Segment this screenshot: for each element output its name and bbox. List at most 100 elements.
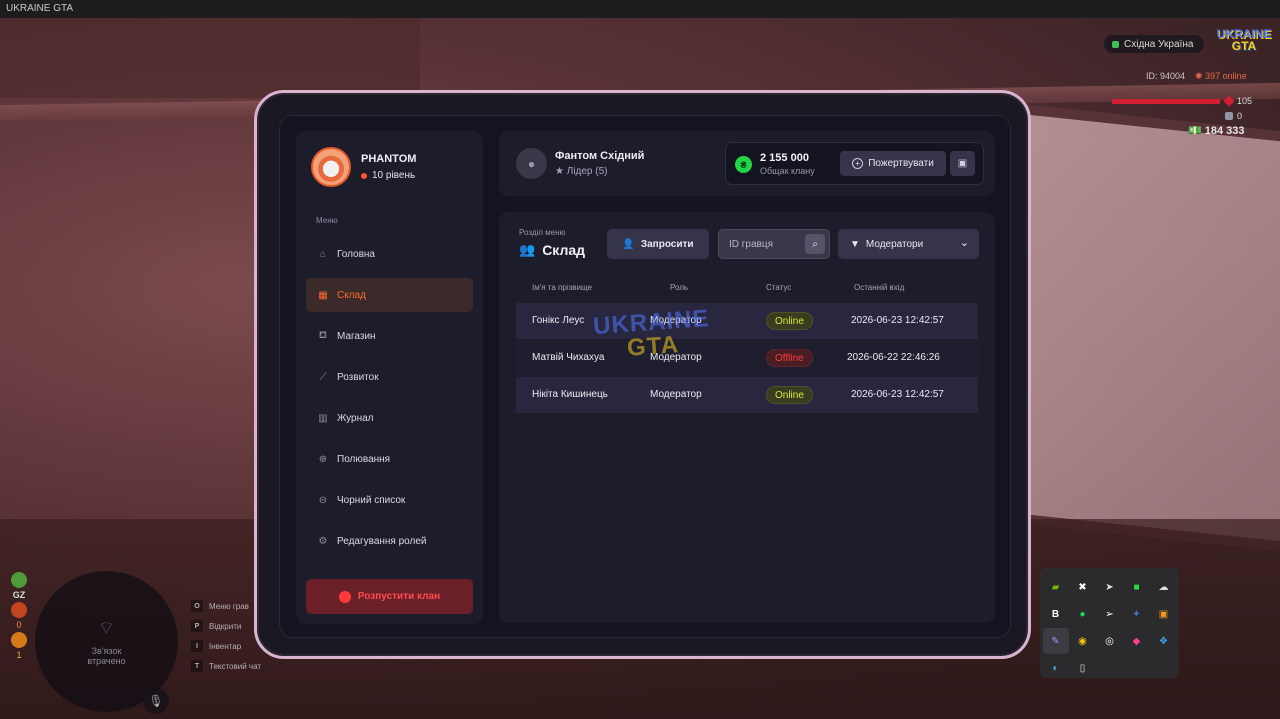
leader-name: Фантом Східний: [555, 150, 645, 162]
orange-app-icon[interactable]: ▣: [1151, 601, 1177, 627]
search-button[interactable]: ⌕: [805, 234, 825, 254]
filter-icon: ▼: [850, 238, 860, 250]
disband-label: Розпустити клан: [357, 591, 441, 602]
column-header-last-login: Останній вхід: [854, 283, 905, 292]
safe-icon: ▣: [957, 158, 968, 169]
members-table: Гонікс Леус Модератор Online 2026-06-23 …: [516, 303, 978, 414]
sidebar-item-blacklist[interactable]: ⊖ Чорний список: [306, 483, 473, 517]
sidebar-item-journal[interactable]: ▥ Журнал: [306, 401, 473, 435]
table-row[interactable]: Нікіта Кишинець Модератор Online 2026-06…: [516, 377, 978, 413]
sidebar-item-development[interactable]: ⟋ Розвиток: [306, 360, 473, 394]
wanted-value: 0: [16, 620, 22, 630]
sidebar-item-home[interactable]: ⌂ Головна: [306, 237, 473, 271]
sidebar-item-roles[interactable]: ⚙ Редагування ролей: [306, 524, 473, 558]
keybind-hint: T Текстовий чат: [191, 660, 261, 672]
table-row[interactable]: Гонікс Леус Модератор Online 2026-06-23 …: [516, 303, 978, 339]
player-id-line: ID: 94004 ✺ 397 online: [1146, 71, 1247, 82]
armor-readout: 0: [1225, 111, 1242, 121]
edge-icon[interactable]: ◐: [1043, 655, 1069, 681]
sidebar-item-hunting[interactable]: ⊕ Полювання: [306, 442, 473, 476]
app-blue-icon[interactable]: ✦: [1124, 601, 1150, 627]
b-app-icon[interactable]: B: [1043, 601, 1069, 627]
member-last-login: 2026-06-23 12:42:57: [851, 315, 944, 326]
money-value: 184 333: [1204, 125, 1245, 137]
feather-icon[interactable]: ✎: [1042, 628, 1069, 654]
sidebar-item-shop[interactable]: ⛾ Магазин: [306, 319, 473, 353]
sidebar-item-label: Магазин: [337, 330, 376, 342]
online-label: 397 online: [1205, 71, 1247, 81]
player-id-input[interactable]: [719, 230, 803, 258]
clan-tablet: PHANTOM 10 рівень Меню ⌂ Головна ▦ Склад ⛾…: [254, 90, 1031, 659]
key-label: Відкрити: [209, 621, 242, 631]
keybind-hint: O Меню грав: [191, 600, 261, 612]
server-flag-icon: [1112, 40, 1119, 48]
green-app-icon[interactable]: ■: [1124, 574, 1150, 600]
app-icon[interactable]: ✖: [1070, 574, 1096, 600]
keybind-hint: P Відкрити: [191, 620, 261, 632]
pink-app-icon[interactable]: ◆: [1124, 628, 1150, 654]
member-last-login: 2026-06-22 22:46:26: [847, 352, 940, 363]
key-label: Текстовий чат: [209, 661, 262, 671]
sidebar-item-label: Склад: [337, 289, 366, 301]
player-id: ID: 94004: [1146, 71, 1186, 81]
members-panel: Розділ меню 👥 Склад 👤 Запросити ⌕ ▼ Модера…: [499, 212, 995, 623]
health-bar-fill: [1112, 99, 1220, 104]
telegram-icon[interactable]: ➢: [1097, 601, 1123, 627]
discord-icon[interactable]: ◎: [1097, 628, 1123, 654]
member-name: Нікіта Кишинець: [532, 389, 608, 400]
shop-basket-icon: ⛾: [318, 329, 328, 341]
keybind-hint: I Інвентар: [191, 640, 261, 652]
money-readout: 💵 184 333: [1188, 124, 1245, 137]
colorful-app-icon[interactable]: ❖: [1151, 628, 1177, 654]
plus-circle-icon: +: [852, 158, 864, 169]
leader-rank: ★ Лідер (5): [555, 166, 644, 177]
book-icon: ▥: [318, 412, 328, 424]
health-readout: 105: [1223, 95, 1252, 107]
clan-level: 10 рівень: [361, 170, 416, 181]
chrome-icon[interactable]: ◉: [1070, 628, 1096, 654]
column-header-role: Роль: [670, 283, 689, 292]
picture-frame: [990, 100, 1280, 556]
role-filter-dropdown[interactable]: ▼ Модератори ⌄: [838, 229, 979, 259]
clan-name: PHANTOM: [361, 153, 417, 165]
tablet-screen: PHANTOM 10 рівень Меню ⌂ Головна ▦ Склад ⛾…: [279, 115, 1011, 638]
window-title: UKRAINE GTA: [6, 3, 74, 14]
clan-info-card: ● Фантом Східний ★ Лідер (5) ₴ 2 155 000…: [499, 131, 995, 196]
no-signal-icon: ⌔: [98, 618, 115, 638]
status-badge: Offline: [766, 349, 813, 367]
cloud-icon[interactable]: ☁: [1151, 574, 1177, 600]
member-name: Гонікс Леус: [532, 315, 585, 326]
keybind-hints: O Меню грав P Відкрити I Інвентар T Текстови…: [191, 600, 261, 672]
donate-button[interactable]: + Пожертвувати: [840, 151, 946, 176]
sidebar-item-label: Головна: [337, 248, 375, 260]
user-icon: ●: [516, 148, 547, 179]
clan-level-label: 10 рівень: [372, 170, 416, 181]
home-icon: ⌂: [319, 248, 327, 260]
game-watermark: UKRAINE GTA: [592, 305, 711, 363]
clan-bank: ₴ 2 155 000 Общак клану + Пожертвувати ▣: [725, 142, 984, 185]
disband-clan-button[interactable]: Розпустити клан: [306, 579, 473, 614]
server-badge: Східна Україна: [1104, 35, 1204, 53]
key-label: Інвентар: [209, 641, 242, 651]
key-cap: P: [191, 620, 203, 632]
key-label: Меню грав: [209, 601, 249, 611]
safe-button[interactable]: ▣: [950, 151, 975, 176]
sidebar-item-warehouse[interactable]: ▦ Склад: [306, 278, 473, 312]
invite-button[interactable]: 👤 Запросити: [607, 229, 709, 259]
coin-icon: ₴: [735, 156, 752, 173]
bank-amount: 2 155 000: [760, 152, 809, 164]
table-row[interactable]: Матвій Чихахуа Модератор Offline 2026-06…: [516, 340, 978, 376]
sidebar-item-label: Розвиток: [337, 371, 379, 383]
steam-icon[interactable]: ➤: [1097, 574, 1123, 600]
money-icon: 💵: [1188, 125, 1205, 137]
hunger-icon: [11, 632, 27, 648]
nvidia-icon[interactable]: ▰: [1043, 574, 1069, 600]
key-cap: T: [191, 660, 203, 672]
star-icon: ★: [555, 166, 567, 177]
sidebar-nav: ⌂ Головна ▦ Склад ⛾ Магазин ⟋ Розвиток ▥ Журн…: [306, 237, 473, 565]
usb-icon[interactable]: ▯: [1070, 655, 1096, 681]
status-badge: Online: [766, 386, 813, 404]
microphone-icon[interactable]: 🎙: [143, 688, 169, 714]
spotify-icon[interactable]: ●: [1070, 601, 1096, 627]
section-title-label: Склад: [542, 242, 586, 258]
